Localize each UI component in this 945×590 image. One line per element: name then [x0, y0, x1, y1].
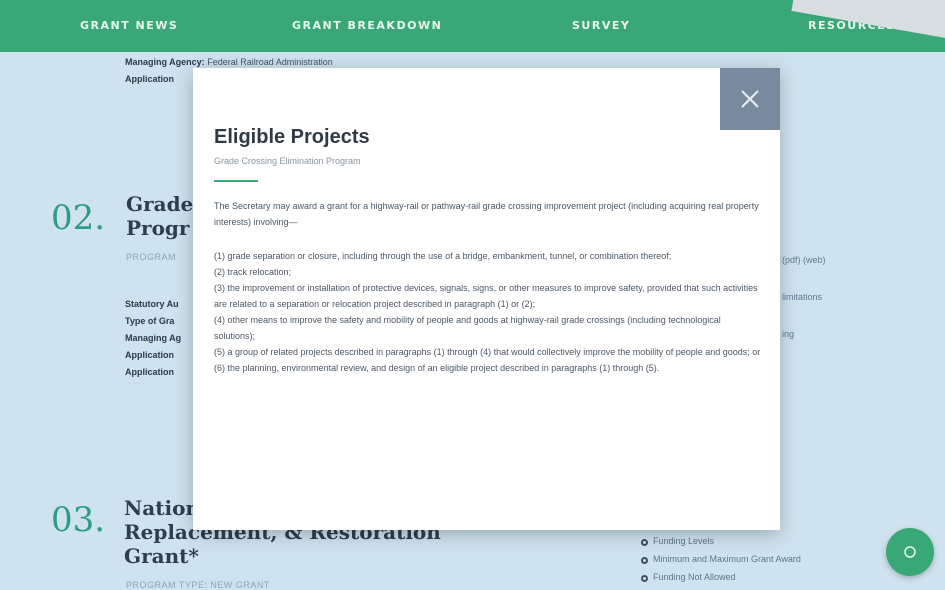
title-underline	[214, 180, 258, 182]
eligible-item: (1) grade separation or closure, includi…	[214, 251, 672, 261]
list-item[interactable]: Funding Levels	[641, 536, 714, 546]
managing-agency-value: Federal Railroad Administration	[207, 57, 333, 67]
chat-icon	[904, 546, 916, 558]
meta-label: Application	[125, 367, 174, 377]
circle-bullet-icon	[641, 575, 648, 582]
eligible-item: (5) a group of related projects describe…	[214, 347, 761, 357]
circle-bullet-icon	[641, 557, 648, 564]
section-meta-02: Statutory Au Type of Gra Managing Ag App…	[125, 296, 181, 381]
application-label: Application	[125, 74, 174, 84]
nav-grant-news[interactable]: GRANT NEWS	[80, 0, 178, 52]
meta-label: Type of Gra	[125, 316, 175, 326]
modal-body: The Secretary may award a grant for a hi…	[214, 198, 762, 376]
eligible-item: (2) track relocation;	[214, 267, 292, 277]
floating-action-button[interactable]	[886, 528, 934, 576]
list-item-label: Minimum and Maximum Grant Award	[653, 554, 801, 564]
eligible-item: (4) other means to improve the safety an…	[214, 315, 721, 341]
list-item-label: Funding Not Allowed	[653, 572, 736, 582]
list-item[interactable]: Funding Not Allowed	[641, 572, 736, 582]
section-title-line: Progr	[126, 216, 190, 240]
section-title-line: Grant*	[124, 544, 199, 568]
list-item-label: Funding Levels	[653, 536, 715, 546]
nav-survey[interactable]: SURVEY	[572, 0, 630, 52]
resource-link[interactable]: ing	[782, 316, 826, 353]
circle-bullet-icon	[641, 539, 648, 546]
resource-link[interactable]: limitations	[782, 279, 826, 316]
managing-agency-label: Managing Agency:	[125, 57, 205, 67]
close-icon	[741, 90, 759, 108]
top-navigation: GRANT NEWS GRANT BREAKDOWN SURVEY RESOUR…	[0, 0, 945, 52]
section-sub-02: PROGRAM	[126, 252, 177, 262]
section-number-03: 03.	[51, 500, 106, 540]
section-number-02: 02.	[51, 198, 106, 238]
eligible-projects-modal: Eligible Projects Grade Crossing Elimina…	[193, 68, 780, 530]
eligible-item: (6) the planning, environmental review, …	[214, 363, 660, 373]
modal-title: Eligible Projects	[214, 126, 370, 148]
section-title-line: Grade	[126, 192, 194, 216]
close-button[interactable]	[720, 68, 780, 130]
list-item[interactable]: Minimum and Maximum Grant Award	[641, 554, 801, 564]
eligible-item: (3) the improvement or installation of p…	[214, 283, 758, 309]
modal-intro: The Secretary may award a grant for a hi…	[214, 201, 759, 227]
meta-label: Application	[125, 350, 174, 360]
meta-label: Statutory Au	[125, 299, 179, 309]
modal-subtitle: Grade Crossing Elimination Program	[214, 156, 361, 166]
nav-grant-breakdown[interactable]: GRANT BREAKDOWN	[292, 0, 442, 52]
right-fragments: (pdf) (web) limitations ing	[782, 242, 826, 353]
resource-link[interactable]: (pdf) (web)	[782, 242, 826, 279]
meta-label: Managing Ag	[125, 333, 182, 343]
section-title-02: Grade Progr	[126, 192, 193, 240]
